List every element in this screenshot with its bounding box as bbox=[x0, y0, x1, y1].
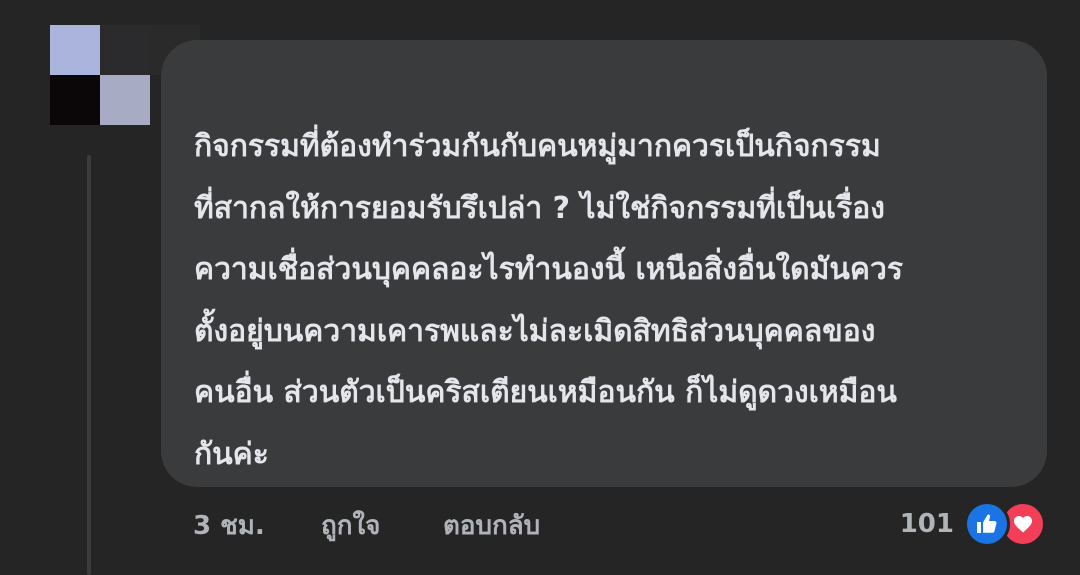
reactions-summary[interactable]: 101 bbox=[899, 501, 1046, 547]
comment-bubble: กิจกรรมที่ต้องทำร่วมกันกับคนหมู่มากควรเป… bbox=[161, 40, 1047, 487]
avatar-pixel bbox=[50, 25, 100, 75]
reply-button[interactable]: ตอบกลับ bbox=[443, 505, 540, 546]
comment-screen: กิจกรรมที่ต้องทำร่วมกันกับคนหมู่มากควรเป… bbox=[0, 0, 1080, 575]
avatar-pixel bbox=[100, 25, 150, 75]
comment-actions: 3 ชม. ถูกใจ ตอบกลับ bbox=[193, 505, 540, 545]
comment-timestamp[interactable]: 3 ชม. bbox=[193, 505, 321, 546]
like-button[interactable]: ถูกใจ bbox=[321, 505, 443, 546]
avatar-pixel bbox=[100, 75, 150, 125]
comment-text: กิจกรรมที่ต้องทำร่วมกันกับคนหมู่มากควรเป… bbox=[194, 129, 903, 472]
avatar-pixel bbox=[50, 75, 100, 125]
thread-line bbox=[87, 155, 91, 575]
reaction-count: 101 bbox=[899, 509, 954, 539]
like-icon bbox=[964, 501, 1010, 547]
